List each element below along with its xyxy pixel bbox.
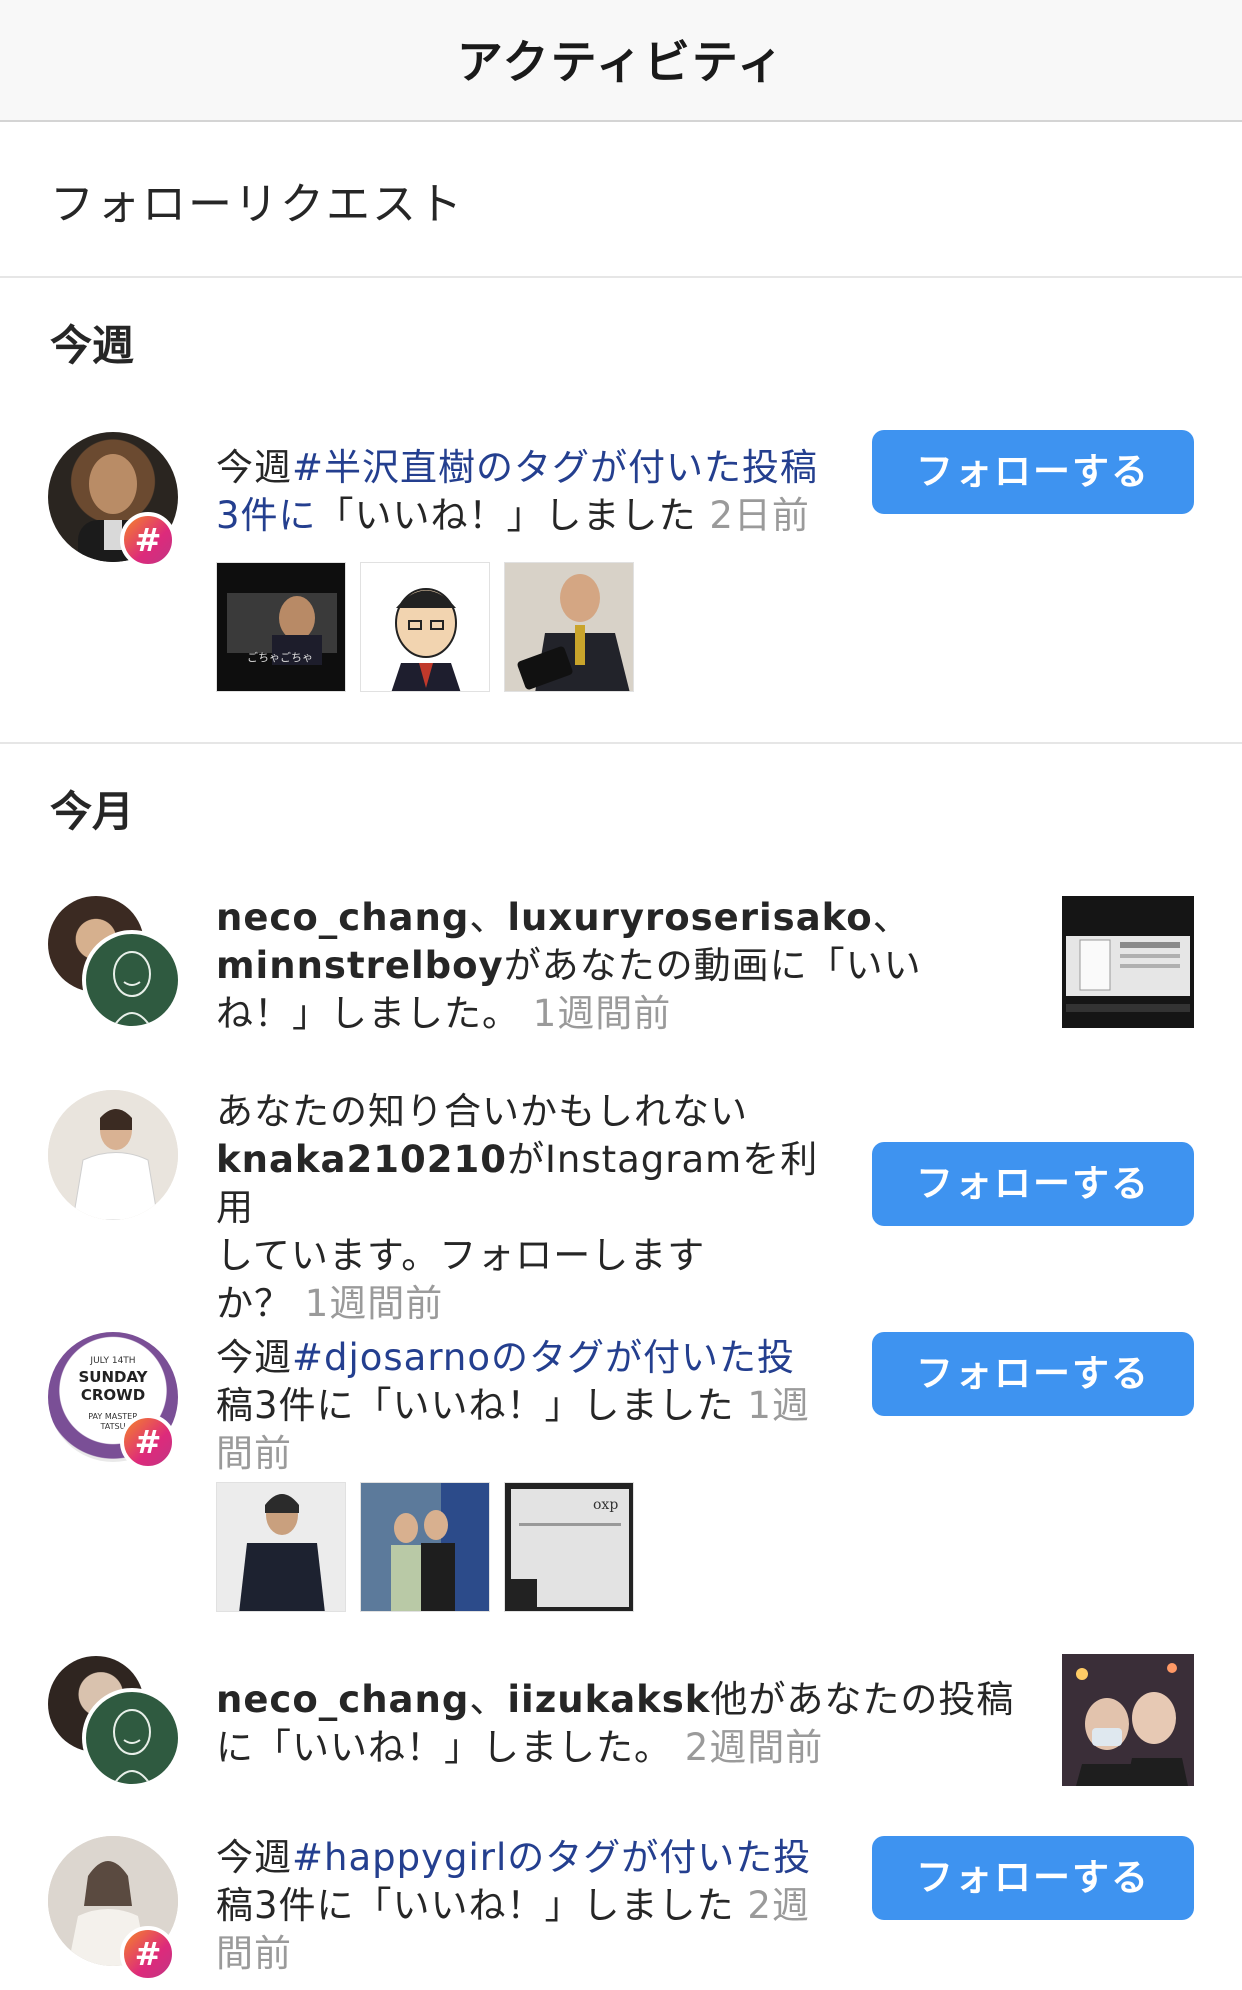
follow-button[interactable]: フォローする	[872, 1142, 1194, 1226]
username-link[interactable]: iizukaksk	[507, 1678, 710, 1721]
timestamp: 2週	[747, 1884, 810, 1927]
post-thumbnail[interactable]: ごちゃごちゃ	[216, 562, 346, 692]
follow-requests-row[interactable]: フォローリクエスト	[0, 122, 1242, 278]
username-link[interactable]: neco_chang	[216, 896, 469, 939]
section-header-this-month: 今月	[50, 787, 135, 836]
section-divider	[0, 742, 1242, 744]
post-thumbnail[interactable]	[1062, 896, 1194, 1028]
hashtag-badge-icon: #	[120, 1414, 176, 1470]
activity-text: neco_chang、luxuryroserisako、 minnstrelbo…	[216, 896, 922, 1035]
username-link[interactable]: neco_chang	[216, 1678, 469, 1721]
post-thumbnail[interactable]	[360, 1482, 490, 1612]
follow-button[interactable]: フォローする	[872, 1836, 1194, 1920]
timestamp: 1週間前	[304, 1282, 444, 1325]
activity-item[interactable]: neco_chang、iizukaksk他があなたの投稿 に「いいね！」しました…	[0, 1652, 1242, 1792]
two-people-image	[361, 1483, 489, 1611]
username-link[interactable]: luxuryroserisako	[507, 896, 872, 939]
drama-scene-image	[217, 563, 345, 691]
timestamp: 2週間前	[684, 1726, 824, 1769]
timestamp: 1週	[747, 1384, 810, 1427]
section-header-this-week: 今週	[50, 321, 135, 370]
post-thumbnail[interactable]	[360, 562, 490, 692]
selfie-image	[1062, 1654, 1194, 1786]
activity-text: 今週#djosarnoのタグが付いた投 稿3件に「いいね！」しました 1週 間前	[216, 1336, 810, 1475]
post-thumbnail[interactable]	[504, 562, 634, 692]
follow-button[interactable]: フォローする	[872, 430, 1194, 514]
timestamp: 1週間前	[532, 992, 672, 1035]
activity-item[interactable]: JULY 14TH SUNDAY CROWD PAY MASTER TATSU …	[0, 1330, 1242, 1630]
activity-text: neco_chang、iizukaksk他があなたの投稿 に「いいね！」しました…	[216, 1678, 1015, 1769]
activity-text: 今週#半沢直樹のタグが付いた投稿 3件に「いいね！」しました 2日前	[216, 446, 819, 537]
hashtag-link[interactable]: #半沢直樹	[292, 446, 476, 489]
activity-text: あなたの知り合いかもしれない knaka210210がInstagramを利用 …	[216, 1090, 819, 1325]
activity-item[interactable]: # 今週#happygirlのタグが付いた投 稿3件に「いいね！」しました 2週…	[0, 1830, 1242, 1990]
user-avatar[interactable]	[82, 930, 182, 1030]
activity-text: 今週#happygirlのタグが付いた投 稿3件に「いいね！」しました 2週 間…	[216, 1836, 812, 1975]
nav-bar: アクティビティ	[0, 0, 1242, 122]
hashtag-badge-icon: #	[120, 512, 176, 568]
user-avatar[interactable]	[48, 1090, 178, 1220]
activity-item[interactable]: あなたの知り合いかもしれない knaka210210がInstagramを利用 …	[0, 1088, 1242, 1325]
hashtag-link[interactable]: #happygirl	[292, 1836, 507, 1879]
page-title: アクティビティ	[456, 35, 786, 89]
man-in-black-shirt-image	[217, 1483, 345, 1611]
timestamp: 2日前	[709, 494, 810, 537]
caricature-image	[391, 588, 461, 691]
user-avatar[interactable]	[82, 1688, 182, 1788]
portrait-icon	[48, 1090, 178, 1220]
hashtag-link[interactable]: #djosarno	[292, 1336, 491, 1379]
username-link[interactable]: minnstrelboy	[216, 944, 504, 987]
follow-button[interactable]: フォローする	[872, 1332, 1194, 1416]
face-line-art-icon	[113, 951, 151, 1026]
thumb-caption: ごちゃごちゃ	[247, 651, 313, 664]
post-thumbnail[interactable]	[1062, 1654, 1194, 1786]
follow-requests-label: フォローリクエスト	[50, 179, 464, 230]
username-link[interactable]: knaka210210	[216, 1138, 507, 1181]
screen-recording-image	[1062, 896, 1194, 1028]
activity-item[interactable]: # 今週#半沢直樹のタグが付いた投稿 3件に「いいね！」しました 2日前 フォロ…	[0, 420, 1242, 710]
activity-item[interactable]: neco_chang、luxuryroserisako、 minnstrelbo…	[0, 892, 1242, 1062]
post-thumbnail[interactable]	[216, 1482, 346, 1612]
thumb-caption: oxp	[593, 1497, 619, 1513]
man-with-tablet-image	[505, 563, 633, 691]
hashtag-badge-icon: #	[120, 1926, 176, 1982]
post-thumbnail[interactable]: oxp	[504, 1482, 634, 1612]
face-line-art-icon	[113, 1709, 151, 1784]
